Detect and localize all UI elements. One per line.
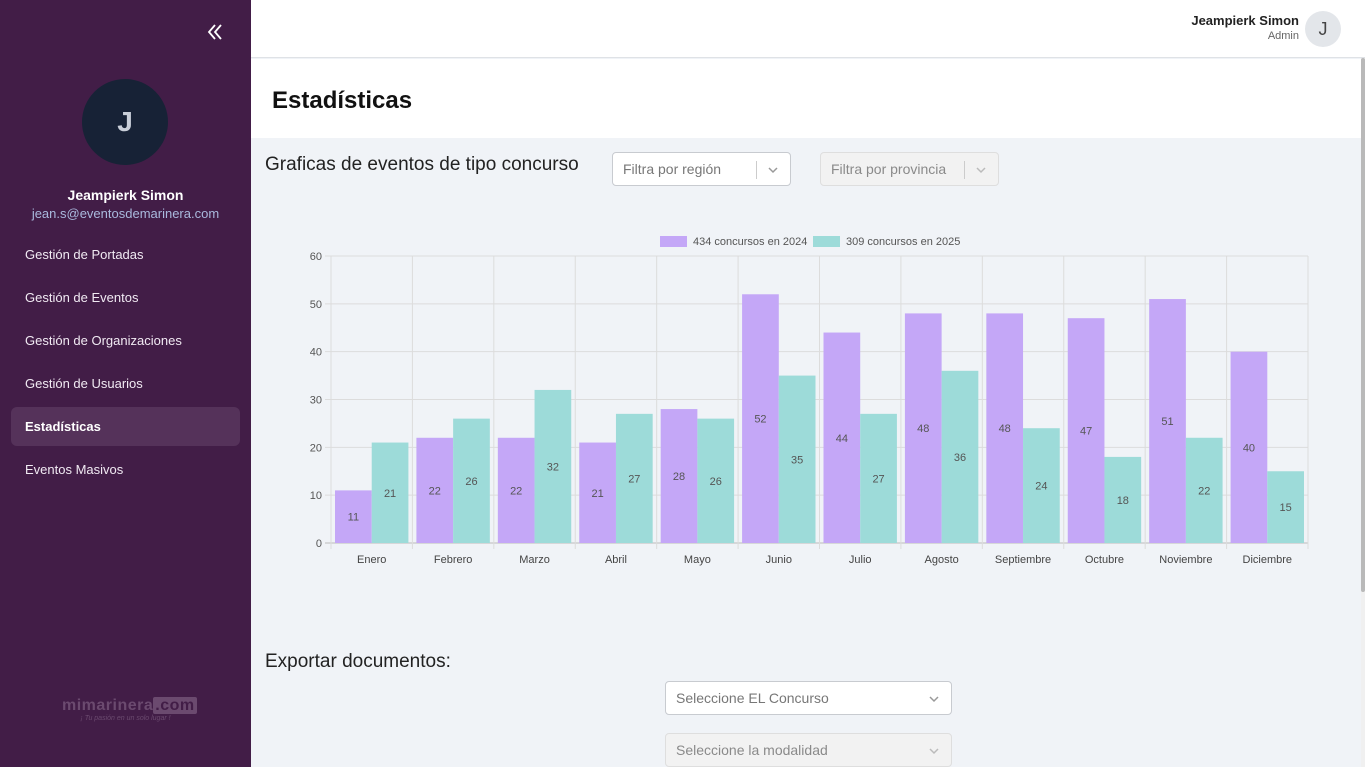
x-tick-label: Febrero bbox=[434, 554, 473, 566]
sidebar-item-eventos[interactable]: Gestión de Eventos bbox=[11, 278, 240, 317]
data-label: 22 bbox=[429, 485, 441, 497]
sidebar-item-label: Eventos Masivos bbox=[25, 462, 124, 477]
data-label: 35 bbox=[791, 454, 803, 466]
header-user-name: Jeampierk Simon bbox=[1191, 13, 1299, 28]
chevron-down-icon bbox=[929, 696, 939, 703]
export-section-title: Exportar documentos: bbox=[265, 651, 451, 672]
x-tick-label: Agosto bbox=[925, 554, 959, 566]
header-avatar[interactable]: J bbox=[1305, 11, 1341, 47]
x-tick-label: Marzo bbox=[519, 554, 550, 566]
x-tick-label: Diciembre bbox=[1243, 554, 1293, 566]
data-label: 28 bbox=[673, 471, 685, 483]
brand-logo: mimarinera .com ¡ Tu pasión en un solo lu… bbox=[62, 697, 197, 722]
legend-label: 309 concursos en 2025 bbox=[846, 236, 960, 248]
modality-select-placeholder: Seleccione la modalidad bbox=[676, 742, 828, 758]
data-label: 48 bbox=[917, 423, 929, 435]
data-label: 27 bbox=[628, 473, 640, 485]
logo-main: mimarinera bbox=[62, 697, 154, 714]
y-tick-label: 50 bbox=[310, 299, 322, 311]
sidebar-item-label: Gestión de Portadas bbox=[25, 247, 144, 262]
data-label: 36 bbox=[954, 452, 966, 464]
y-tick-label: 20 bbox=[310, 442, 322, 454]
data-label: 18 bbox=[1117, 495, 1129, 507]
page-header: Estadísticas bbox=[251, 59, 1361, 138]
data-label: 24 bbox=[1035, 481, 1047, 493]
sidebar-item-estadisticas[interactable]: Estadísticas bbox=[11, 407, 240, 446]
x-tick-label: Septiembre bbox=[995, 554, 1051, 566]
contest-select-placeholder: Seleccione EL Concurso bbox=[676, 690, 829, 706]
sidebar-item-label: Gestión de Eventos bbox=[25, 290, 139, 305]
sidebar-item-portadas[interactable]: Gestión de Portadas bbox=[11, 235, 240, 274]
data-label: 26 bbox=[465, 476, 477, 488]
data-label: 22 bbox=[510, 485, 522, 497]
x-tick-label: Octubre bbox=[1085, 554, 1124, 566]
contest-select[interactable]: Seleccione EL Concurso bbox=[665, 681, 952, 715]
page-scrollbar[interactable] bbox=[1361, 58, 1365, 767]
province-filter-placeholder: Filtra por provincia bbox=[831, 161, 947, 177]
sidebar-item-usuarios[interactable]: Gestión de Usuarios bbox=[11, 364, 240, 403]
sidebar: J Jeampierk Simon jean.s@eventosdemarine… bbox=[0, 0, 251, 767]
data-label: 26 bbox=[710, 476, 722, 488]
sidebar-avatar: J bbox=[82, 79, 168, 165]
province-filter-select[interactable]: Filtra por provincia bbox=[820, 152, 999, 186]
data-label: 48 bbox=[999, 423, 1011, 435]
region-filter-placeholder: Filtra por región bbox=[623, 161, 722, 177]
chevron-down-icon bbox=[929, 748, 939, 755]
region-filter-select[interactable]: Filtra por región bbox=[612, 152, 791, 186]
data-label: 21 bbox=[591, 488, 603, 500]
sidebar-user-name: Jeampierk Simon bbox=[67, 187, 184, 203]
y-tick-label: 10 bbox=[310, 490, 322, 502]
sidebar-user-email: jean.s@eventosdemarinera.com bbox=[31, 206, 220, 221]
contest-bar-chart: 0 10 20 30 40 50 60 11 21 Enero 22 26 Febrero 22 32 Mar… bbox=[310, 236, 1309, 566]
header-user-info: Jeampierk Simon Admin bbox=[1191, 13, 1299, 42]
select-separator bbox=[756, 161, 757, 179]
x-tick-label: Enero bbox=[357, 554, 386, 566]
logo-suffix: .com bbox=[153, 697, 197, 714]
data-label: 32 bbox=[547, 461, 559, 473]
sidebar-item-organizaciones[interactable]: Gestión de Organizaciones bbox=[11, 321, 240, 360]
x-tick-label: Junio bbox=[766, 554, 792, 566]
data-label: 11 bbox=[348, 512, 359, 524]
chart-section-title: Graficas de eventos de tipo concurso bbox=[265, 154, 579, 175]
y-tick-label: 40 bbox=[310, 347, 322, 359]
collapse-sidebar-icon[interactable] bbox=[203, 20, 227, 44]
data-label: 22 bbox=[1198, 485, 1210, 497]
data-label: 21 bbox=[384, 488, 396, 500]
page-title: Estadísticas bbox=[272, 87, 413, 114]
data-label: 44 bbox=[836, 433, 848, 445]
data-label: 51 bbox=[1161, 416, 1173, 428]
chevron-down-icon bbox=[976, 167, 986, 174]
x-tick-label: Noviembre bbox=[1159, 554, 1212, 566]
logo-tagline: ¡ Tu pasión en un solo lugar ! bbox=[80, 715, 171, 722]
data-label: 47 bbox=[1080, 426, 1092, 438]
data-label: 15 bbox=[1280, 502, 1292, 514]
top-bar: Jeampierk Simon Admin J bbox=[251, 0, 1365, 58]
x-tick-label: Julio bbox=[849, 554, 872, 566]
x-tick-label: Mayo bbox=[684, 554, 711, 566]
legend-swatch bbox=[813, 236, 840, 247]
modality-select[interactable]: Seleccione la modalidad bbox=[665, 733, 952, 767]
header-user-role: Admin bbox=[1267, 30, 1299, 42]
scrollbar-thumb[interactable] bbox=[1361, 58, 1365, 592]
x-tick-label: Abril bbox=[605, 554, 627, 566]
legend-label: 434 concursos en 2024 bbox=[693, 236, 807, 248]
data-label: 40 bbox=[1243, 442, 1255, 454]
chevron-down-icon bbox=[768, 167, 778, 174]
select-separator bbox=[964, 161, 965, 179]
y-tick-label: 60 bbox=[310, 251, 322, 263]
data-label: 52 bbox=[754, 414, 766, 426]
sidebar-item-label: Gestión de Organizaciones bbox=[25, 333, 182, 348]
data-label: 27 bbox=[872, 473, 884, 485]
sidebar-item-label: Estadísticas bbox=[25, 419, 101, 434]
sidebar-item-eventos-masivos[interactable]: Eventos Masivos bbox=[11, 450, 240, 489]
sidebar-nav: Gestión de Portadas Gestión de Eventos G… bbox=[11, 235, 240, 493]
y-tick-label: 0 bbox=[316, 538, 322, 550]
sidebar-item-label: Gestión de Usuarios bbox=[25, 376, 143, 391]
y-tick-label: 30 bbox=[310, 395, 322, 407]
legend-swatch bbox=[660, 236, 687, 247]
